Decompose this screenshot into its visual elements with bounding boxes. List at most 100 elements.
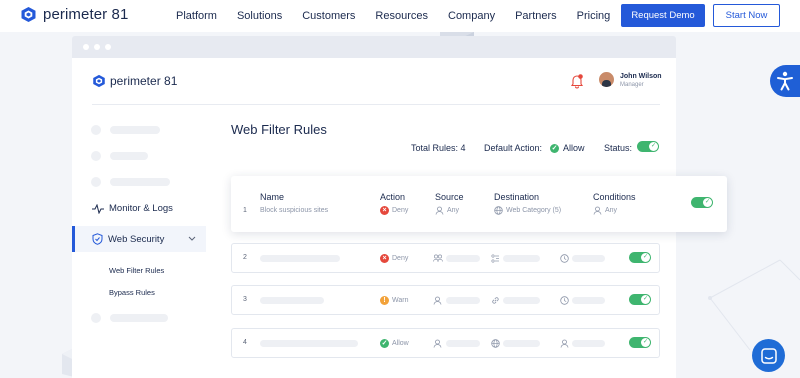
placeholder-conditions (572, 297, 605, 304)
sidebar-placeholder-label (110, 152, 148, 160)
column-header-conditions: Conditions (593, 192, 636, 202)
rule-action: × Deny (380, 254, 408, 263)
sidebar-subitem-web-filter-rules[interactable]: Web Filter Rules (109, 266, 164, 275)
link-icon (492, 297, 499, 304)
nav-solutions[interactable]: Solutions (237, 10, 282, 22)
rule-toggle[interactable]: ✓ (629, 294, 651, 305)
sidebar-item-label: Web Security (108, 233, 165, 245)
rule-action: ✓ Allow (380, 339, 409, 348)
app-logo[interactable]: perimeter 81 (92, 74, 177, 88)
default-action-value[interactable]: ✓ Allow (550, 143, 585, 153)
site-nav: Platform Solutions Customers Resources C… (176, 10, 630, 22)
accessibility-icon (777, 71, 793, 91)
default-action-label: Default Action: (484, 143, 543, 153)
rule-toggle[interactable]: ✓ (629, 337, 651, 348)
sidebar-placeholder-icon (91, 177, 101, 187)
warn-icon: ! (380, 296, 389, 305)
rule-toggle[interactable]: ✓ (691, 197, 713, 208)
column-header-name: Name (260, 192, 285, 202)
sidebar-placeholder-icon (91, 151, 101, 161)
rule-conditions-label: Any (605, 207, 618, 214)
users-icon (433, 296, 442, 305)
status-toggle[interactable]: ✓ (637, 141, 659, 152)
page-title: Web Filter Rules (231, 122, 327, 137)
sidebar-placeholder-label (110, 126, 160, 134)
chevron-down-icon (188, 236, 196, 241)
placeholder-destination (503, 255, 540, 262)
rule-action-label: Allow (392, 340, 409, 347)
sidebar-placeholder-icon (91, 313, 101, 323)
users-icon (433, 254, 443, 262)
users-icon (435, 206, 444, 215)
total-rules: Total Rules: 4 (411, 143, 466, 153)
deny-icon: × (380, 206, 389, 215)
placeholder-conditions (572, 340, 605, 347)
filter-icon (491, 254, 499, 263)
placeholder-name (260, 297, 324, 304)
placeholder-name (260, 255, 340, 262)
rule-source-label: Any (447, 207, 460, 214)
chat-button[interactable] (752, 339, 785, 372)
start-now-button[interactable]: Start Now (713, 4, 780, 27)
window-dot (94, 44, 100, 50)
placeholder-source (446, 255, 480, 262)
placeholder-destination (503, 340, 540, 347)
activity-icon (92, 203, 104, 214)
default-action-text: Allow (563, 143, 585, 153)
user-name: John Wilson (620, 73, 662, 80)
placeholder-source (446, 297, 480, 304)
rule-action: × Deny (380, 206, 408, 215)
perimeter-logo-icon (93, 74, 105, 88)
rule-action-label: Deny (392, 255, 409, 262)
sidebar-placeholder-label (110, 314, 168, 322)
nav-customers[interactable]: Customers (302, 10, 355, 22)
perimeter-logo-icon (21, 7, 36, 22)
rule-destination-label: Web Category (5) (506, 207, 562, 214)
allow-icon: ✓ (380, 339, 389, 348)
table-row[interactable] (231, 176, 727, 232)
row-number: 2 (243, 254, 247, 261)
clock-icon (560, 254, 569, 263)
nav-resources[interactable]: Resources (375, 10, 428, 22)
nav-pricing[interactable]: Pricing (577, 10, 611, 22)
users-icon (433, 339, 442, 348)
column-header-source: Source (435, 192, 464, 202)
column-header-action: Action (380, 192, 406, 202)
window-dot (83, 44, 89, 50)
status-label: Status: (604, 143, 633, 153)
row-number: 1 (243, 207, 247, 214)
shield-icon (92, 233, 103, 245)
nav-company[interactable]: Company (448, 10, 495, 22)
sidebar-subitem-bypass-rules[interactable]: Bypass Rules (109, 288, 155, 297)
rule-action-label: Deny (392, 207, 409, 214)
site-logo[interactable]: perimeter 81 (20, 6, 128, 23)
site-brand-name: perimeter 81 (43, 6, 129, 23)
check-icon: ✓ (550, 143, 559, 153)
header-divider (92, 104, 660, 105)
window-dot (105, 44, 111, 50)
users-icon (560, 339, 569, 348)
avatar[interactable] (599, 72, 614, 87)
globe-icon (491, 339, 500, 348)
request-demo-button[interactable]: Request Demo (621, 4, 705, 27)
rule-conditions: Any (593, 206, 617, 215)
column-header-destination: Destination (494, 192, 540, 202)
rule-action: ! Warn (380, 296, 408, 305)
nav-platform[interactable]: Platform (176, 10, 217, 22)
rule-name: Block suspicious sites (260, 207, 329, 214)
sidebar-item-monitor-logs[interactable]: Monitor & Logs (92, 203, 173, 214)
deny-icon: × (380, 254, 389, 263)
placeholder-destination (503, 297, 540, 304)
placeholder-source (446, 340, 480, 347)
site-header: perimeter 81 Platform Solutions Customer… (0, 0, 800, 32)
placeholder-name (260, 340, 358, 347)
rule-toggle[interactable]: ✓ (629, 252, 651, 263)
sidebar-item-web-security[interactable]: Web Security (92, 233, 196, 245)
nav-partners[interactable]: Partners (515, 10, 557, 22)
accessibility-button[interactable] (770, 65, 800, 97)
rule-action-label: Warn (392, 297, 409, 304)
row-number: 3 (243, 296, 247, 303)
bell-icon[interactable] (570, 73, 584, 89)
users-icon (593, 206, 602, 215)
globe-icon (494, 206, 503, 215)
